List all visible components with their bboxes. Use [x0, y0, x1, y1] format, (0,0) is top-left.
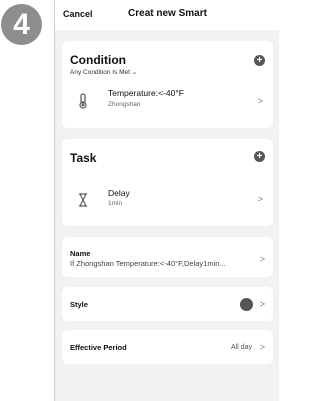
hourglass-icon	[76, 192, 90, 208]
condition-mode-label: Any Condition Is Met	[70, 69, 130, 76]
name-label: Name	[70, 249, 91, 258]
name-row[interactable]: Name If Zhongshan Temperature:<-40°F,Del…	[62, 237, 273, 277]
condition-card: Condition Any Condition Is Met ⌄ + Tempe…	[62, 41, 273, 128]
add-task-button[interactable]: +	[254, 151, 265, 162]
step-number-badge: 4	[1, 4, 42, 45]
chevron-right-icon: >	[259, 299, 265, 309]
effective-period-value: All day	[230, 344, 252, 351]
page-title: Creat new Smart	[128, 8, 207, 19]
name-value: If Zhongshan Temperature:<-40°F,Delay1mi…	[70, 259, 226, 268]
phone-screen: Cancel Creat new Smart Condition Any Con…	[54, 0, 279, 401]
step-number: 4	[13, 7, 30, 41]
task-item-title: Delay	[108, 188, 130, 198]
add-condition-button[interactable]: +	[254, 55, 265, 66]
style-color-swatch	[240, 298, 253, 311]
effective-period-row[interactable]: Effective Period All day >	[62, 330, 273, 364]
top-bar: Cancel Creat new Smart	[55, 0, 279, 30]
style-row[interactable]: Style >	[62, 287, 273, 321]
task-item-subtitle: 1min	[108, 200, 123, 207]
chevron-right-icon: >	[259, 342, 265, 352]
condition-mode-dropdown[interactable]: Any Condition Is Met ⌄	[70, 68, 137, 76]
condition-title: Condition	[70, 53, 126, 67]
effective-period-label: Effective Period	[70, 343, 127, 352]
task-title: Task	[70, 151, 97, 165]
chevron-right-icon: >	[259, 254, 265, 264]
condition-item-title: Temperature:<-40°F	[108, 88, 184, 98]
condition-item-subtitle: Zhongshan	[108, 101, 141, 108]
task-card: Task + Delay 1min >	[62, 139, 273, 226]
chevron-right-icon: >	[257, 194, 263, 204]
chevron-right-icon: >	[257, 96, 263, 106]
chevron-down-icon: ⌄	[131, 69, 138, 76]
thermometer-icon	[76, 93, 90, 109]
style-label: Style	[70, 300, 88, 309]
